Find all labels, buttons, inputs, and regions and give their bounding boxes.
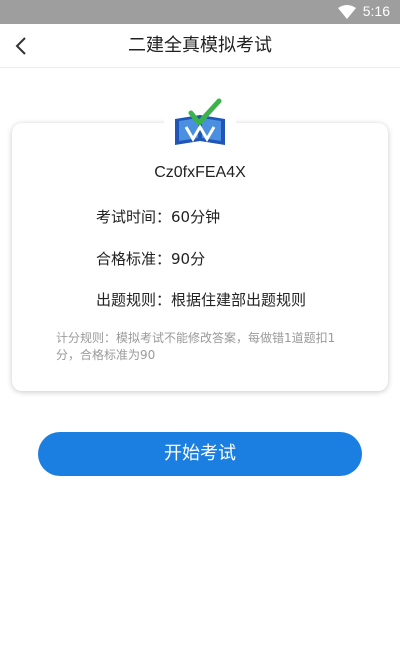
status-time: 5:16 bbox=[362, 3, 390, 19]
exam-duration-value: 60分钟 bbox=[171, 208, 221, 226]
question-rule-row: 出题规则：根据住建部出题规则 bbox=[96, 289, 306, 310]
page-title: 二建全真模拟考试 bbox=[128, 35, 272, 56]
status-bar: 5:16 bbox=[0, 0, 400, 24]
question-rule-label: 出题规则： bbox=[96, 291, 172, 309]
pass-standard-value: 90分 bbox=[171, 250, 206, 268]
book-checkmark-icon bbox=[175, 98, 225, 145]
wifi-icon bbox=[338, 5, 356, 19]
exam-duration-label: 考试时间： bbox=[96, 208, 172, 226]
start-exam-button[interactable]: 开始考试 bbox=[38, 432, 362, 476]
question-rule-value: 根据住建部出题规则 bbox=[171, 291, 307, 309]
exam-code: Cz0fxFEA4X bbox=[154, 164, 246, 181]
scoring-note: 计分规则：模拟考试不能修改答案，每做错1道题扣1分，合格标准为90 bbox=[56, 331, 336, 362]
app-bar: 二建全真模拟考试 bbox=[0, 24, 400, 68]
exam-duration-row: 考试时间：60分钟 bbox=[96, 206, 220, 227]
exam-logo bbox=[164, 96, 236, 150]
pass-standard-label: 合格标准： bbox=[96, 250, 172, 268]
pass-standard-row: 合格标准：90分 bbox=[96, 248, 205, 269]
